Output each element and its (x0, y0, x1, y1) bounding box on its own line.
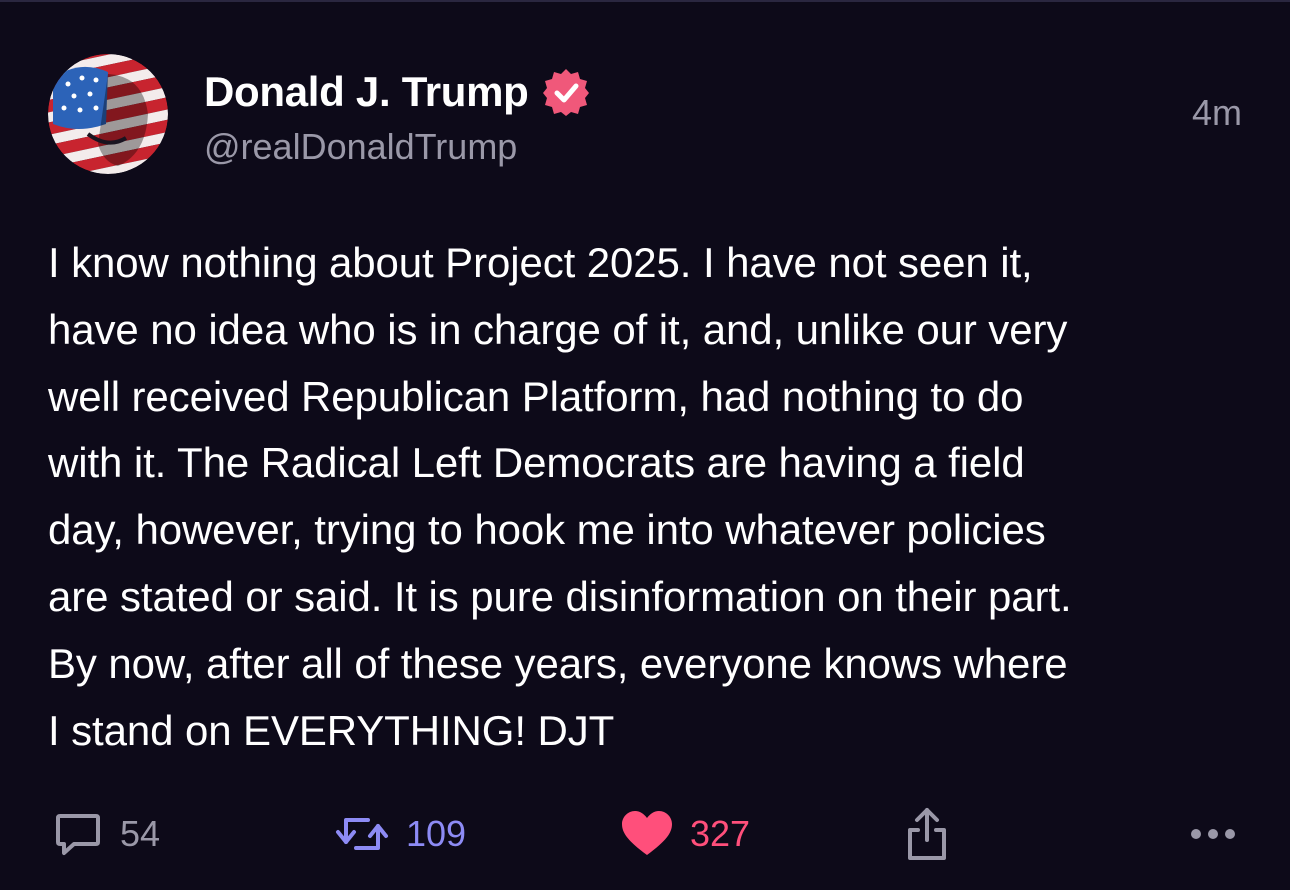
flag-face-avatar-icon (48, 54, 168, 174)
verified-badge-icon (542, 69, 589, 116)
more-icon (1191, 829, 1235, 839)
author-avatar[interactable] (48, 54, 168, 174)
post-body-line: I stand on EVERYTHING! DJT (48, 706, 615, 754)
post-body-line: are stated or said. It is pure disinform… (48, 572, 1072, 620)
author-display-name[interactable]: Donald J. Trump (204, 68, 529, 116)
share-button[interactable] (904, 802, 950, 866)
post-body-line: I know nothing about Project 2025. I hav… (48, 239, 1033, 286)
post-body-line: have no idea who is in charge of it, and… (48, 305, 1068, 353)
post-actions-bar: 54 109 327 (0, 802, 1290, 866)
comment-icon (56, 814, 100, 855)
post-body-line: well received Republican Platform, had n… (48, 372, 1024, 420)
author-name-row[interactable]: Donald J. Trump (204, 64, 591, 120)
reply-count: 54 (120, 813, 161, 854)
repost-icon (336, 818, 388, 850)
post-body-line: with it. The Radical Left Democrats are … (48, 439, 1025, 487)
post-card: Donald J. Trump @realDonaldTrump 4m I kn… (0, 0, 1290, 890)
share-icon (908, 808, 946, 860)
more-options-button[interactable] (1188, 802, 1238, 866)
post-body: I know nothing about Project 2025. I hav… (48, 230, 1248, 764)
like-count: 327 (690, 813, 751, 854)
post-timestamp[interactable]: 4m (1192, 92, 1242, 134)
author-handle[interactable]: @realDonaldTrump (204, 126, 517, 168)
repost-count: 109 (406, 813, 467, 854)
heart-icon (622, 811, 672, 855)
post-body-line: day, however, trying to hook me into wha… (48, 506, 1046, 554)
repost-button[interactable]: 109 (334, 802, 466, 866)
like-button[interactable]: 327 (620, 802, 750, 866)
reply-button[interactable]: 54 (52, 802, 160, 866)
post-body-line: By now, after all of these years, everyo… (48, 639, 1068, 687)
